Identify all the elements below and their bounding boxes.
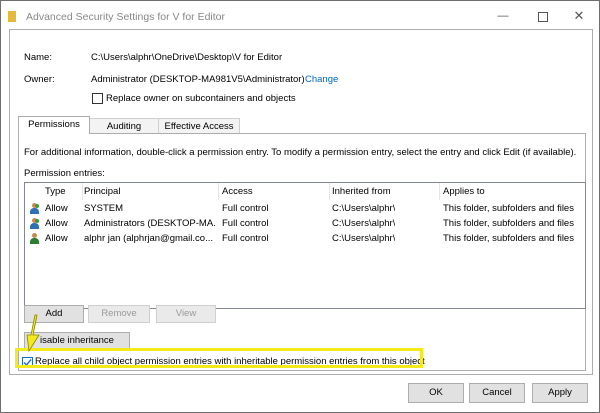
row-access: Full control [222, 218, 269, 229]
column-inherited-from[interactable]: Inherited from [332, 183, 391, 200]
row-inherited-from: C:\Users\alphr\ [332, 203, 396, 214]
name-value: C:\Users\alphr\OneDrive\Desktop\V for Ed… [91, 52, 283, 63]
row-access: Full control [222, 203, 269, 214]
row-inherited-from: C:\Users\alphr\ [332, 233, 396, 244]
column-separator [82, 183, 83, 200]
column-separator [218, 183, 219, 200]
group-icon [29, 218, 40, 230]
permission-entries-list[interactable]: Type Principal Access Inherited from App… [24, 182, 586, 309]
window-title: Advanced Security Settings for V for Edi… [26, 11, 226, 23]
change-owner-link[interactable]: Change [305, 74, 338, 85]
table-row[interactable]: Allow alphr jan (alphrjan@gmail.co... Fu… [25, 232, 583, 247]
ok-button[interactable]: OK [408, 383, 464, 403]
row-type: Allow [45, 218, 68, 229]
group-icon [29, 203, 40, 215]
table-row[interactable]: Allow Administrators (DESKTOP-MA... Full… [25, 217, 583, 232]
column-type[interactable]: Type [45, 183, 66, 200]
replace-owner-checkbox[interactable] [92, 93, 103, 104]
column-access[interactable]: Access [222, 183, 253, 200]
pointer-arrow-icon [26, 314, 40, 353]
maximize-button[interactable] [533, 8, 553, 24]
maximize-icon [538, 12, 548, 22]
owner-value: Administrator (DESKTOP-MA981V5\Administr… [91, 74, 305, 85]
close-button[interactable]: ✕ [569, 8, 589, 24]
info-text: For additional information, double-click… [24, 147, 577, 158]
owner-label: Owner: [24, 74, 55, 85]
row-access: Full control [222, 233, 269, 244]
column-separator [439, 183, 440, 200]
minimize-button[interactable]: — [493, 8, 513, 24]
tab-permissions[interactable]: Permissions [18, 116, 90, 134]
replace-owner-label: Replace owner on subcontainers and objec… [106, 93, 296, 104]
dialog-body: Name: C:\Users\alphr\OneDrive\Desktop\V … [9, 29, 593, 375]
row-applies-to: This folder, subfolders and files [443, 218, 574, 229]
security-settings-window: Advanced Security Settings for V for Edi… [0, 0, 600, 413]
name-label: Name: [24, 52, 52, 63]
column-separator [329, 183, 330, 200]
row-principal: Administrators (DESKTOP-MA... [84, 218, 216, 229]
table-row[interactable]: Allow SYSTEM Full control C:\Users\alphr… [25, 202, 583, 217]
column-applies-to[interactable]: Applies to [443, 183, 485, 200]
remove-button[interactable]: Remove [88, 305, 150, 323]
row-inherited-from: C:\Users\alphr\ [332, 218, 396, 229]
tab-auditing[interactable]: Auditing [88, 118, 160, 134]
apply-button[interactable]: Apply [532, 383, 588, 403]
row-type: Allow [45, 203, 68, 214]
tab-effective-access[interactable]: Effective Access [158, 118, 240, 134]
permission-entries-label: Permission entries: [24, 168, 105, 179]
highlight-box [15, 348, 423, 368]
cancel-button[interactable]: Cancel [469, 383, 525, 403]
row-principal: alphr jan (alphrjan@gmail.co... [84, 233, 213, 244]
row-applies-to: This folder, subfolders and files [443, 203, 574, 214]
folder-icon [8, 11, 16, 22]
row-principal: SYSTEM [84, 203, 124, 214]
view-button[interactable]: View [156, 305, 216, 323]
row-applies-to: This folder, subfolders and files [443, 233, 574, 244]
row-type: Allow [45, 233, 68, 244]
user-icon [29, 233, 40, 245]
title-bar[interactable]: Advanced Security Settings for V for Edi… [1, 1, 599, 31]
column-principal[interactable]: Principal [84, 183, 120, 200]
